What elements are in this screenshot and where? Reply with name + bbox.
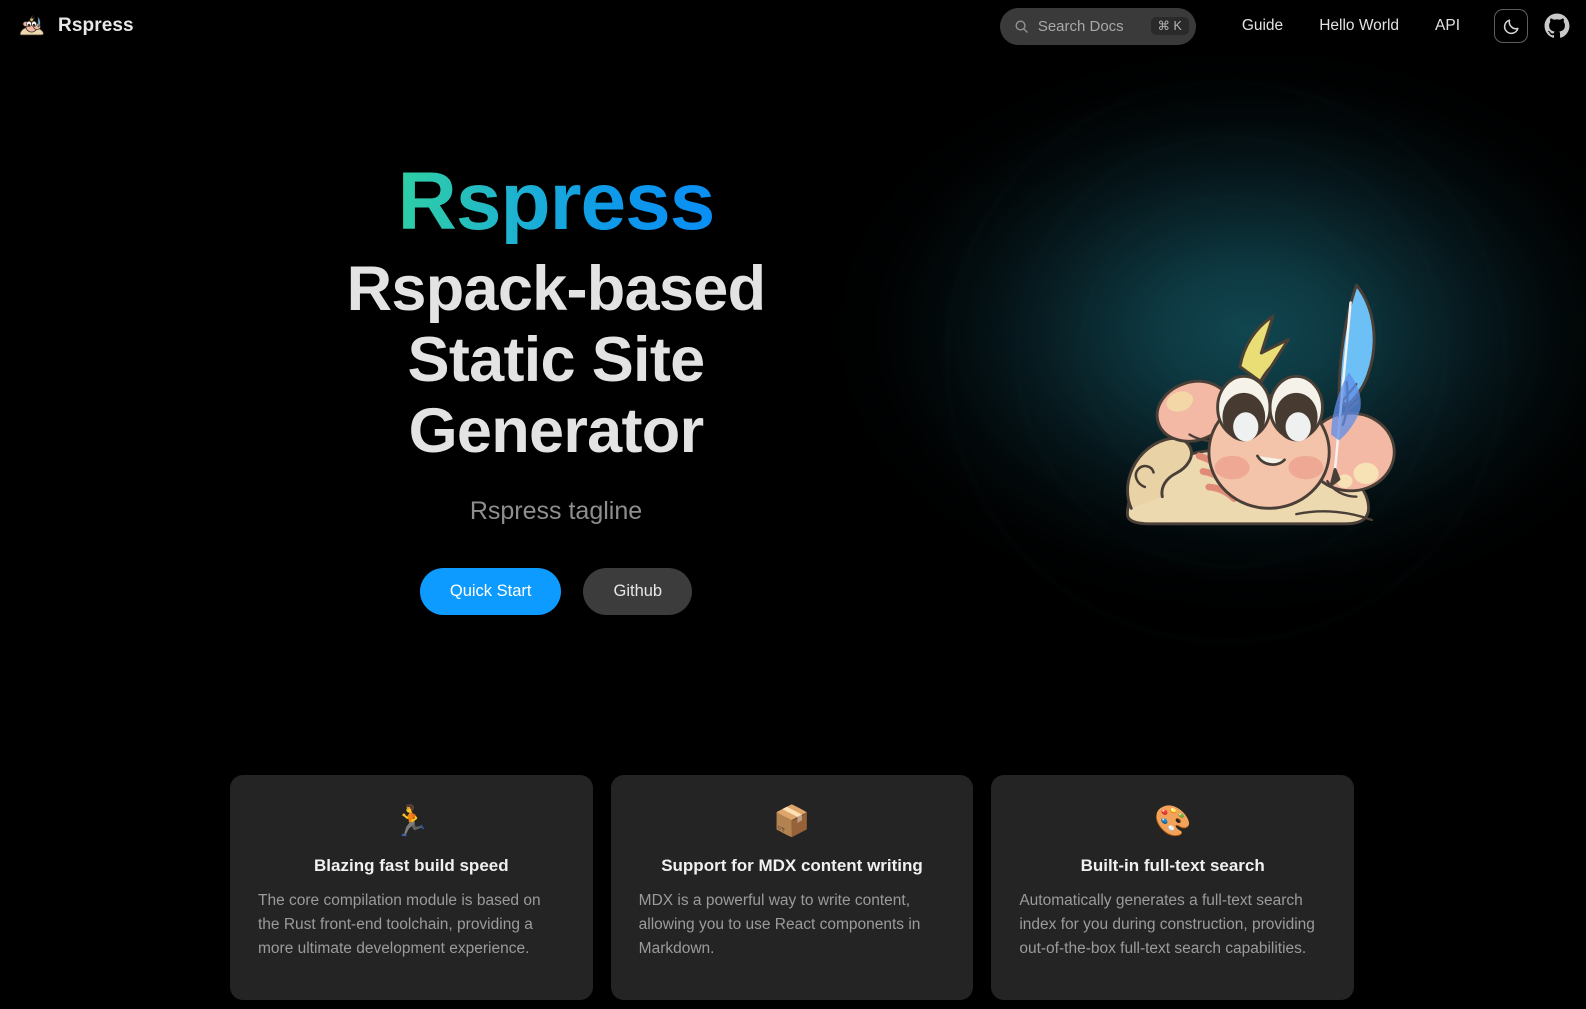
theme-toggle-button[interactable] xyxy=(1494,9,1528,43)
nav-link-hello-world[interactable]: Hello World xyxy=(1301,11,1417,41)
rspress-mascot-logo-icon xyxy=(19,15,44,36)
feature-card[interactable]: 🏃 Blazing fast build speed The core comp… xyxy=(230,775,593,1000)
hero-tagline: Rspress tagline xyxy=(469,497,643,526)
nav-right-group: Search Docs ⌘ K Guide Hello World API xyxy=(999,7,1586,45)
package-box-emoji-icon: 📦 xyxy=(773,805,811,838)
search-shortcut-badge: ⌘ K xyxy=(1150,16,1189,36)
feature-card-title: Built-in full-text search xyxy=(1080,856,1265,875)
feature-card[interactable]: 📦 Support for MDX content writing MDX is… xyxy=(610,775,974,1000)
navbar: Rspress Search Docs ⌘ K Guide Hello Worl… xyxy=(0,0,1586,52)
feature-card-description: The core compilation module is based on … xyxy=(258,892,541,958)
feature-card-description: MDX is a powerful way to write content, … xyxy=(638,892,921,958)
hero-content: Rspress Rspack-based Static Site Generat… xyxy=(0,52,1112,672)
github-link[interactable] xyxy=(1544,13,1570,39)
hero-headline-line-1: Rspack-based xyxy=(346,253,766,324)
hero-section: Rspress Rspack-based Static Site Generat… xyxy=(0,42,1586,752)
feature-cards: 🏃 Blazing fast build speed The core comp… xyxy=(230,775,1355,1000)
search-icon xyxy=(1015,20,1028,33)
page-root: Rspress Search Docs ⌘ K Guide Hello Worl… xyxy=(0,0,1586,1009)
nav-link-guide[interactable]: Guide xyxy=(1224,11,1301,41)
search-placeholder: Search Docs xyxy=(1037,17,1124,35)
moon-icon xyxy=(1503,18,1519,34)
github-button[interactable]: Github xyxy=(583,568,693,616)
hero-headline: Rspack-based Static Site Generator xyxy=(347,254,766,468)
brand-name: Rspress xyxy=(58,15,134,36)
feature-card[interactable]: 🎨 Built-in full-text search Automaticall… xyxy=(991,775,1355,1000)
feature-card-title: Blazing fast build speed xyxy=(314,856,509,875)
brand-home-link[interactable]: Rspress xyxy=(16,10,134,42)
hero-headline-line-2: Static Site xyxy=(407,324,706,395)
github-icon xyxy=(1544,13,1570,38)
running-person-emoji-icon: 🏃 xyxy=(392,805,431,838)
nav-link-api[interactable]: API xyxy=(1417,11,1478,41)
search-input[interactable]: Search Docs ⌘ K xyxy=(999,7,1196,45)
quick-start-button[interactable]: Quick Start xyxy=(419,568,562,616)
feature-card-description: Automatically generates a full-text sear… xyxy=(1019,892,1315,958)
rspress-mascot-illustration-icon xyxy=(1125,283,1396,526)
feature-card-title: Support for MDX content writing xyxy=(661,856,923,875)
hero-headline-line-3: Generator xyxy=(408,396,704,466)
hero-brand-title: Rspress xyxy=(397,156,716,247)
artist-palette-emoji-icon: 🎨 xyxy=(1154,805,1192,838)
hero-action-buttons: Quick Start Github xyxy=(419,568,693,616)
